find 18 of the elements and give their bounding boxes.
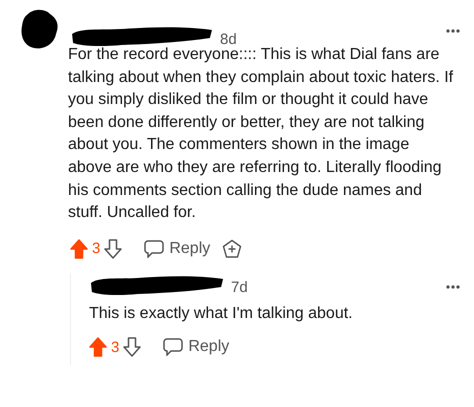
upvote-icon[interactable] — [70, 238, 88, 259]
downvote-icon[interactable] — [123, 337, 142, 358]
more-options-icon[interactable] — [446, 29, 460, 33]
vote-count: 3 — [111, 338, 120, 356]
comment-age: 8d — [220, 30, 237, 48]
upvote-icon[interactable] — [89, 337, 107, 358]
comment-text: For the record everyone:::: This is what Dial fans are talking about when they complain about toxic haters. If you simply disliked the film or thought it could have been done differently or better, they are not talking about you. The commenters shown in the image above are who they are referring to. Literally flooding his comments section calling the dude names and stuff. Uncalled for. — [68, 45, 454, 224]
reply-button[interactable]: Reply — [163, 338, 230, 356]
downvote-icon[interactable] — [104, 238, 122, 259]
vote-count: 3 — [92, 240, 100, 258]
more-options-icon[interactable] — [446, 284, 460, 289]
reply-button[interactable]: Reply — [144, 240, 210, 258]
comment-text: This is exactly what I'm talking about. — [89, 304, 354, 324]
award-icon[interactable] — [222, 238, 242, 259]
comment-age: 7d — [231, 279, 248, 296]
speech-bubble-icon — [144, 240, 164, 258]
speech-bubble-icon — [163, 338, 184, 356]
avatar-redaction — [20, 8, 60, 50]
